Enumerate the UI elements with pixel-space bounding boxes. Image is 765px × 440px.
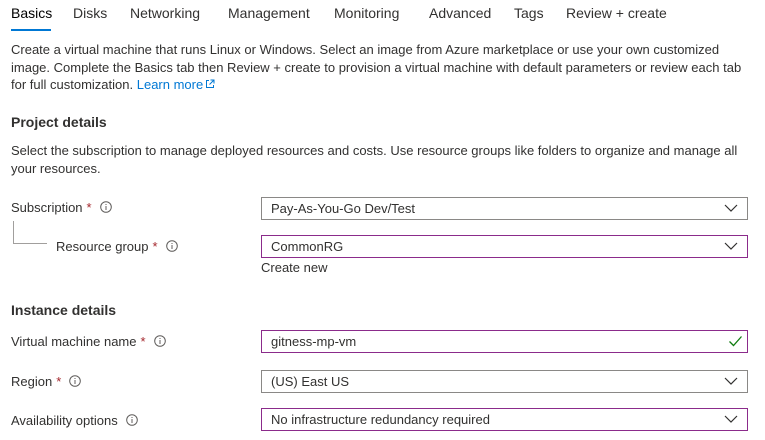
region-dropdown[interactable]: (US) East US	[261, 370, 748, 393]
external-link-icon	[206, 79, 215, 88]
resource-group-label: Resource group *	[56, 238, 178, 256]
availability-label-text: Availability options	[11, 413, 118, 428]
vm-name-input[interactable]: gitness-mp-vm	[261, 330, 748, 353]
availability-dropdown[interactable]: No infrastructure redundancy required	[261, 408, 748, 431]
subscription-label: Subscription *	[11, 199, 112, 217]
subscription-value: Pay-As-You-Go Dev/Test	[271, 201, 416, 216]
tab-bar: Basics Disks Networking Management Monit…	[0, 0, 765, 31]
project-details-title: Project details	[11, 114, 107, 130]
info-icon[interactable]	[165, 240, 178, 252]
tab-advanced[interactable]: Advanced	[429, 4, 491, 22]
vm-name-value: gitness-mp-vm	[271, 334, 357, 349]
required-marker: *	[152, 239, 158, 254]
learn-more-link[interactable]: Learn more	[137, 77, 215, 92]
tab-management[interactable]: Management	[228, 4, 310, 22]
region-label-text: Region	[11, 374, 53, 389]
resource-group-dropdown[interactable]: CommonRG	[261, 235, 748, 258]
tree-connector-vertical	[13, 221, 14, 243]
required-marker: *	[56, 374, 62, 389]
availability-value: No infrastructure redundancy required	[271, 412, 490, 427]
info-icon[interactable]	[153, 335, 166, 347]
tree-connector-horizontal	[13, 243, 47, 244]
active-tab-indicator	[11, 29, 51, 31]
tab-monitoring[interactable]: Monitoring	[334, 4, 399, 22]
region-label: Region *	[11, 373, 82, 391]
chevron-down-icon	[724, 242, 738, 250]
learn-more-label: Learn more	[136, 77, 204, 92]
availability-label: Availability options	[11, 412, 138, 430]
region-value: (US) East US	[271, 374, 350, 389]
create-new-resource-group-link[interactable]: Create new	[261, 259, 327, 277]
checkmark-icon	[729, 336, 742, 347]
subscription-dropdown[interactable]: Pay-As-You-Go Dev/Test	[261, 197, 748, 220]
vm-name-label: Virtual machine name *	[11, 333, 166, 351]
intro-paragraph: Create a virtual machine that runs Linux…	[11, 41, 756, 94]
required-marker: *	[140, 334, 146, 349]
tab-networking[interactable]: Networking	[130, 4, 200, 22]
instance-details-title: Instance details	[11, 302, 117, 318]
tab-review-create[interactable]: Review + create	[566, 4, 667, 22]
project-details-description: Select the subscription to manage deploy…	[11, 143, 738, 176]
info-icon[interactable]	[99, 201, 112, 213]
tab-tags[interactable]: Tags	[514, 4, 544, 22]
vm-name-label-text: Virtual machine name	[11, 334, 137, 349]
intro-text: Create a virtual machine that runs Linux…	[11, 42, 742, 92]
resource-group-label-text: Resource group	[56, 239, 149, 254]
chevron-down-icon	[724, 415, 738, 423]
required-marker: *	[86, 200, 92, 215]
tab-disks[interactable]: Disks	[73, 4, 107, 22]
subscription-label-text: Subscription	[11, 200, 83, 215]
chevron-down-icon	[724, 377, 738, 385]
chevron-down-icon	[724, 204, 738, 212]
info-icon[interactable]	[69, 375, 82, 387]
info-icon[interactable]	[125, 414, 138, 426]
tab-basics[interactable]: Basics	[11, 4, 52, 22]
resource-group-value: CommonRG	[271, 239, 344, 254]
